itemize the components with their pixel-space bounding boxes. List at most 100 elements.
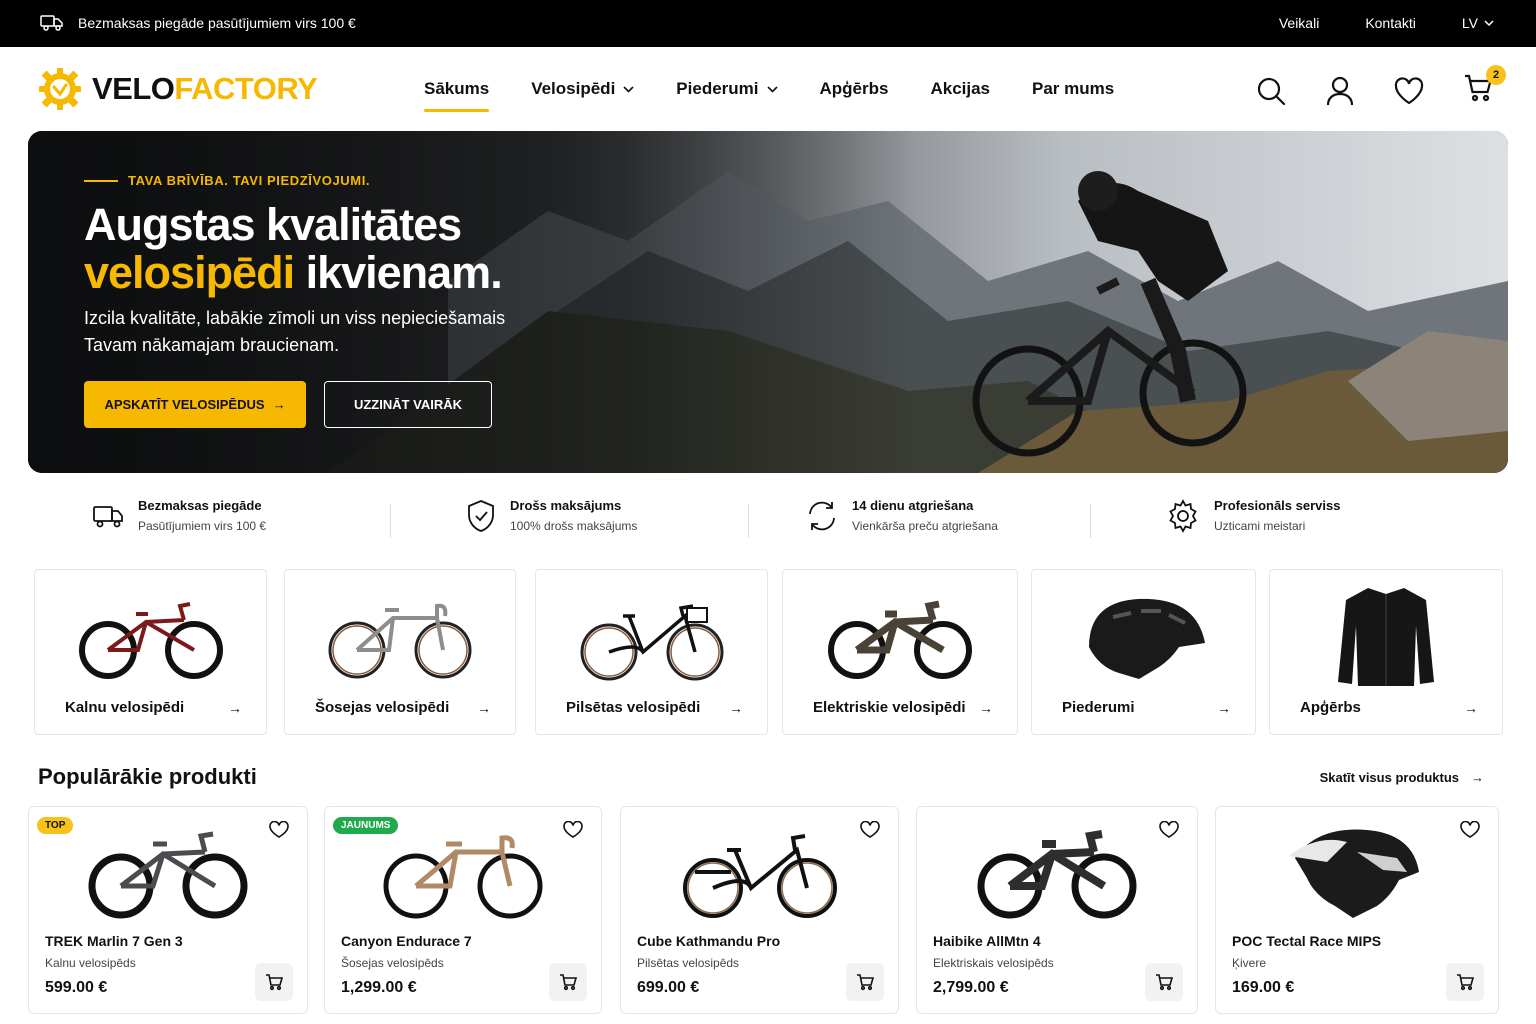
- product-name: Canyon Endurace 7: [341, 933, 472, 949]
- add-to-cart-button[interactable]: [846, 963, 884, 1001]
- link-contacts[interactable]: Kontakti: [1365, 15, 1416, 31]
- chevron-down-icon: [623, 85, 634, 93]
- nav-label: Velosipēdi: [531, 79, 616, 98]
- feature-subtitle: Vienkārša preču atgriešana: [852, 519, 998, 533]
- electric-bike-image: [828, 600, 972, 679]
- logo[interactable]: VELOFACTORY: [38, 67, 318, 111]
- divider: [1090, 504, 1091, 538]
- nav-item-about[interactable]: Par mums: [1032, 79, 1114, 99]
- product-name: Cube Kathmandu Pro: [637, 933, 781, 949]
- product-name: POC Tectal Race MIPS: [1232, 933, 1382, 949]
- heart-icon[interactable]: [269, 821, 289, 839]
- hero-banner: TAVA BRĪVĪBA. TAVI PIEDZĪVOJUMI. Augstas…: [28, 131, 1508, 473]
- arrow-right-icon: →: [272, 397, 286, 412]
- nav-label: Akcijas: [930, 79, 991, 98]
- category-card-city[interactable]: Pilsētas velosipēdi →: [535, 569, 768, 735]
- see-all-products-link[interactable]: Skatīt visus produktus →: [1320, 770, 1484, 785]
- category-label: Elektriskie velosipēdi: [813, 699, 966, 716]
- nav-item-accessories[interactable]: Piederumi: [676, 79, 778, 99]
- arrow-right-icon: →: [228, 700, 242, 716]
- hero-subtitle-line1: Izcila kvalitāte, labākie zīmoli un viss…: [84, 308, 506, 328]
- nav-label: Apģērbs: [819, 79, 889, 98]
- nav-item-sales[interactable]: Akcijas: [930, 79, 990, 99]
- feature-payment: Drošs maksājums 100% drošs maksājums: [466, 498, 637, 533]
- user-icon[interactable]: [1326, 76, 1354, 106]
- hero-title: Augstas kvalitātes velosipēdi ikvienam.: [84, 201, 503, 298]
- product-card[interactable]: JAUNUMS Canyon Endurace 7 Šosejas velosi…: [324, 806, 602, 1014]
- product-name: TREK Marlin 7 Gen 3: [45, 933, 183, 949]
- add-to-cart-button[interactable]: [1145, 963, 1183, 1001]
- add-to-cart-button[interactable]: [1446, 963, 1484, 1001]
- product-category: Elektriskais velosipēds: [933, 956, 1054, 970]
- cart-icon: [266, 974, 283, 991]
- category-label: Pilsētas velosipēdi: [566, 699, 701, 716]
- feature-title: Bezmaksas piegāde: [138, 498, 262, 513]
- site-header: VELOFACTORY Sākums Velosipēdi Piederumi …: [0, 47, 1536, 131]
- cart-icon: [857, 974, 874, 991]
- product-card[interactable]: Haibike AllMtn 4 Elektriskais velosipēds…: [916, 806, 1198, 1014]
- cart-button[interactable]: 2: [1464, 65, 1506, 108]
- cart-icon: [1156, 974, 1173, 991]
- heart-icon[interactable]: [1394, 76, 1424, 105]
- hero-title-highlight: velosipēdi: [84, 247, 295, 298]
- nav-item-bikes[interactable]: Velosipēdi: [531, 79, 634, 99]
- product-card[interactable]: Cube Kathmandu Pro Pilsētas velosipēds 6…: [620, 806, 899, 1014]
- product-name: Haibike AllMtn 4: [933, 933, 1041, 949]
- product-image: [383, 835, 543, 919]
- learn-more-label: UZZINĀT VAIRĀK: [353, 397, 463, 412]
- nav-item-home[interactable]: Sākums: [424, 79, 490, 112]
- product-category: Šosejas velosipēds: [341, 956, 444, 970]
- category-card-road[interactable]: Šosejas velosipēdi →: [284, 569, 516, 735]
- logo-text-velo: VELO: [92, 71, 175, 106]
- hero-subtitle-line2: Tavam nākamajam braucienam.: [84, 335, 340, 355]
- shipping-notice: Bezmaksas piegāde pasūtījumiem virs 100 …: [40, 14, 356, 32]
- heart-icon[interactable]: [1159, 821, 1179, 839]
- search-icon[interactable]: [1256, 76, 1286, 106]
- heart-icon[interactable]: [860, 821, 880, 839]
- tag-badge: TOP: [37, 817, 74, 834]
- category-card-mountain[interactable]: Kalnu velosipēdi →: [34, 569, 267, 735]
- feature-subtitle: 100% drošs maksājums: [510, 519, 638, 533]
- feature-returns: 14 dienu atgriešana Vienkārša preču atgri…: [806, 498, 998, 533]
- product-image: [682, 834, 837, 918]
- product-category: Ķivere: [1232, 956, 1267, 970]
- cart-icon: [1457, 974, 1474, 991]
- arrow-right-icon: →: [729, 700, 743, 716]
- link-stores[interactable]: Veikali: [1279, 15, 1319, 31]
- product-card[interactable]: TOP TREK Marlin 7 Gen 3 Kalnu velosipēds…: [28, 806, 308, 1014]
- learn-more-button[interactable]: UZZINĀT VAIRĀK: [324, 381, 492, 428]
- category-card-clothing[interactable]: Apģērbs →: [1269, 569, 1503, 735]
- heart-icon[interactable]: [1460, 821, 1480, 839]
- nav-item-clothing[interactable]: Apģērbs: [820, 79, 889, 99]
- product-price: 2,799.00 €: [933, 979, 1009, 996]
- add-to-cart-button[interactable]: [255, 963, 293, 1001]
- product-card[interactable]: POC Tectal Race MIPS Ķivere 169.00 €: [1215, 806, 1499, 1014]
- view-bikes-button[interactable]: APSKATĪT VELOSIPĒDUS →: [84, 381, 306, 428]
- category-card-electric[interactable]: Elektriskie velosipēdi →: [782, 569, 1018, 735]
- top-announcement-bar: Bezmaksas piegāde pasūtījumiem virs 100 …: [0, 0, 1536, 47]
- tag-badge: JAUNUMS: [333, 817, 399, 834]
- language-selector[interactable]: LV: [1462, 15, 1494, 31]
- feature-title: 14 dienu atgriešana: [852, 498, 974, 513]
- truck-icon: [93, 505, 123, 527]
- heart-icon[interactable]: [563, 821, 583, 839]
- add-to-cart-button[interactable]: [549, 963, 587, 1001]
- product-image: [88, 831, 248, 919]
- feature-shipping: Bezmaksas piegāde Pasūtījumiem virs 100 €: [92, 498, 266, 533]
- feature-strip: Bezmaksas piegāde Pasūtījumiem virs 100 €…: [0, 490, 1536, 550]
- arrow-right-icon: →: [1471, 770, 1484, 785]
- product-image: [977, 830, 1137, 919]
- logo-text-factory: FACTORY: [174, 71, 318, 106]
- nav-label: Par mums: [1032, 79, 1115, 98]
- shield-icon: [468, 499, 494, 532]
- city-bike-image: [580, 604, 723, 681]
- category-card-accessories[interactable]: Piederumi →: [1031, 569, 1256, 735]
- product-price: 169.00 €: [1232, 979, 1295, 996]
- arrow-right-icon: →: [477, 700, 491, 716]
- language-label: LV: [1461, 15, 1478, 31]
- category-label: Šosejas velosipēdi: [315, 699, 450, 716]
- cart-icon: [560, 974, 577, 991]
- arrow-right-icon: →: [1464, 700, 1478, 716]
- gear-icon: [1169, 498, 1197, 533]
- main-nav: Sākums Velosipēdi Piederumi Apģērbs Akci…: [424, 79, 1156, 112]
